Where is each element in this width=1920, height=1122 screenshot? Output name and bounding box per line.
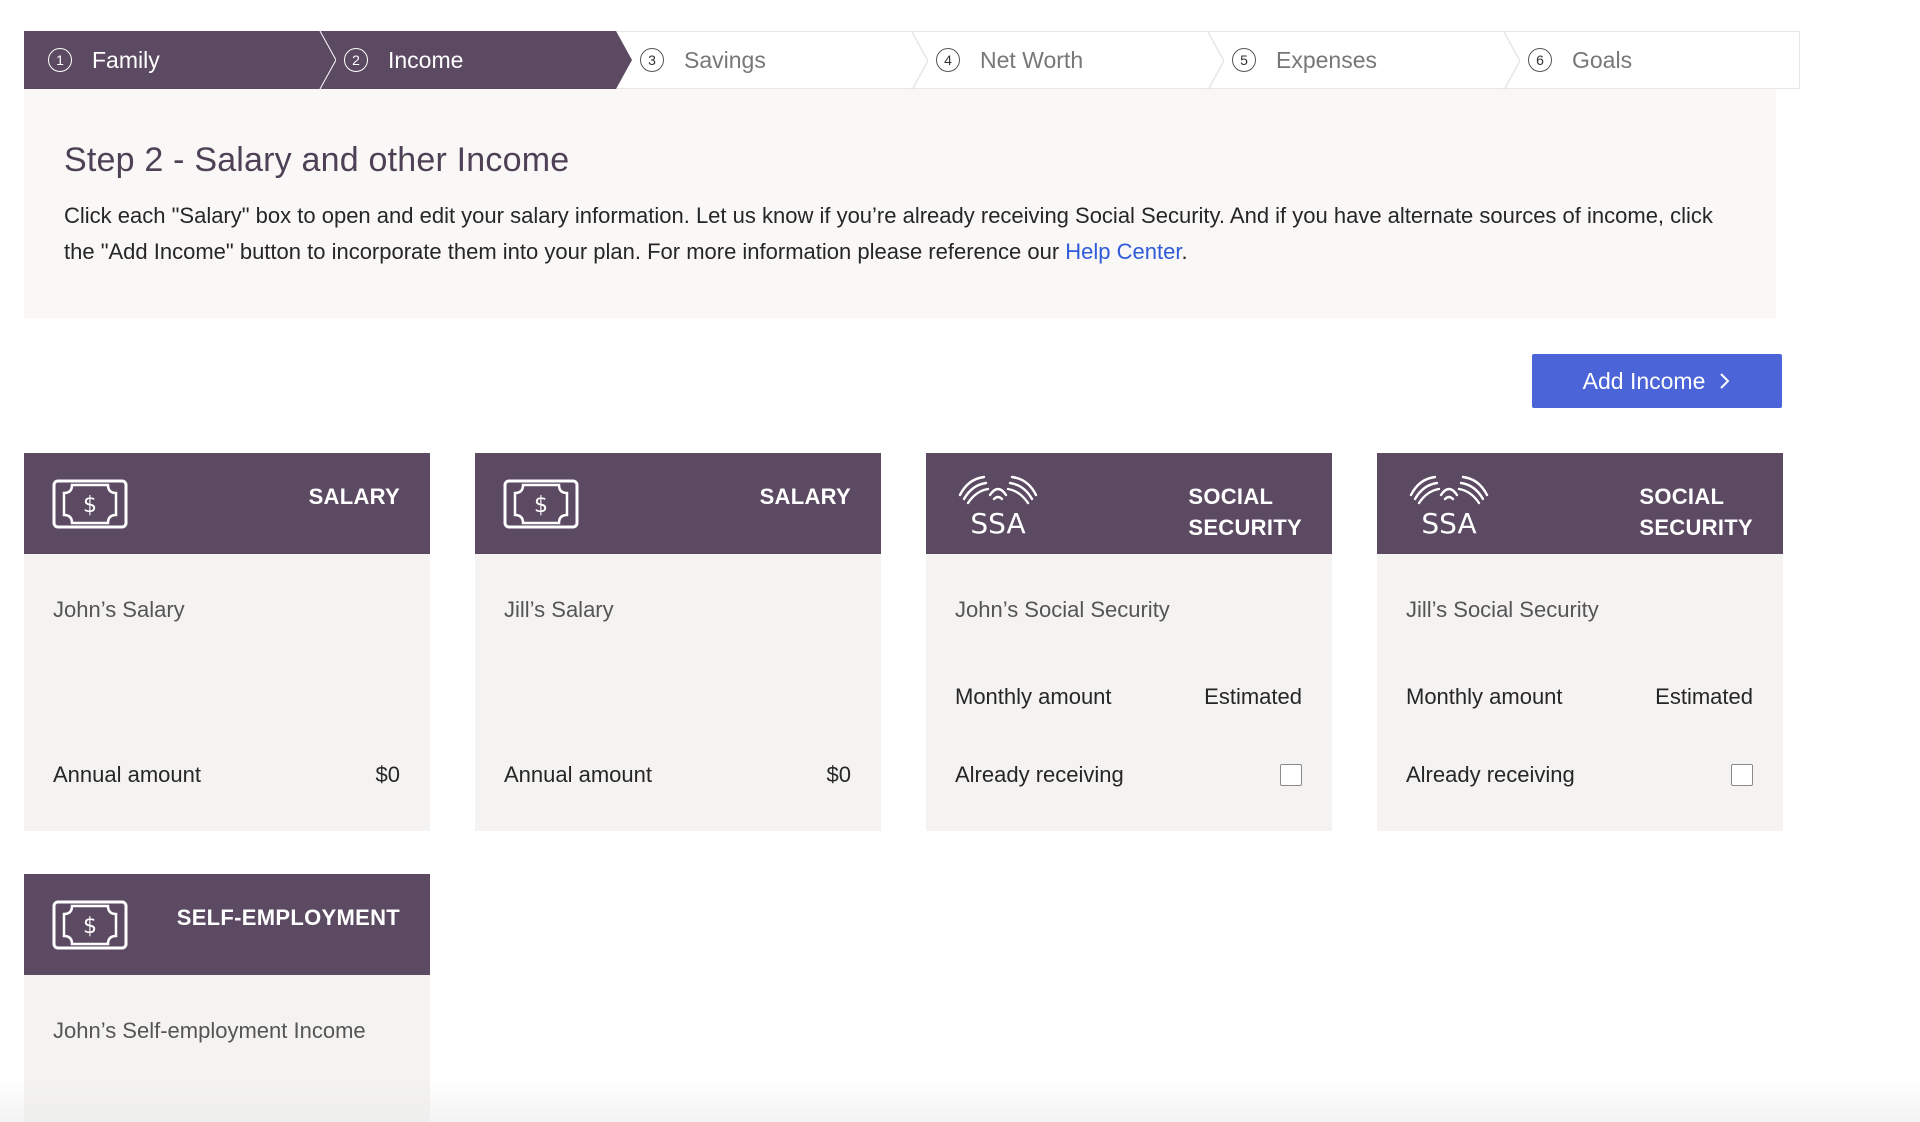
card-title: John’s Self-employment Income	[53, 1018, 366, 1043]
step-number: 3	[640, 48, 664, 72]
step-separator-chevron	[308, 31, 336, 89]
svg-text:$: $	[534, 493, 548, 518]
intro-body-text: Click each "Salary" box to open and edit…	[64, 203, 1713, 264]
step-number: 4	[936, 48, 960, 72]
step-separator-chevron	[1207, 32, 1224, 90]
money-icon: $	[52, 900, 128, 950]
row-label: Monthly amount	[1406, 684, 1563, 709]
step-separator-chevron	[1503, 32, 1520, 90]
card-type-line: SOCIAL	[1188, 484, 1274, 509]
card-header: SSA SOCIAL SECURITY	[1377, 453, 1783, 554]
step-label: Savings	[684, 46, 766, 73]
step-savings[interactable]: 3 Savings	[616, 31, 928, 90]
ssa-logo-icon: SSA	[958, 475, 1038, 537]
page-title: Step 2 - Salary and other Income	[64, 141, 570, 179]
card-header: SSA SOCIAL SECURITY	[926, 453, 1332, 554]
step-number: 1	[48, 48, 72, 72]
add-income-button[interactable]: Add Income	[1532, 354, 1782, 408]
svg-text:$: $	[83, 493, 97, 518]
card-type-label: SOCIAL SECURITY	[1639, 481, 1753, 543]
row-value: $0	[375, 762, 400, 787]
card-type-line: SECURITY	[1639, 515, 1753, 540]
card-header: $ SELF-EMPLOYMENT	[24, 874, 430, 975]
step-net-worth[interactable]: 4 Net Worth	[912, 31, 1224, 90]
already-receiving-checkbox[interactable]	[1280, 764, 1302, 786]
row-value: $0	[826, 762, 851, 787]
monthly-amount-row: Monthly amount Estimated	[955, 684, 1302, 710]
money-icon: $	[503, 479, 579, 529]
help-center-link[interactable]: Help Center	[1065, 239, 1181, 264]
annual-amount-row: Annual amount $0	[504, 762, 851, 788]
intro-description: Click each "Salary" box to open and edit…	[64, 198, 1744, 270]
income-card-johns-social-security[interactable]: SSA SOCIAL SECURITY John’s Social Securi…	[926, 453, 1332, 831]
svg-text:$: $	[83, 914, 97, 939]
add-income-label: Add Income	[1582, 367, 1706, 394]
annual-amount-row: Annual amount $0	[53, 762, 400, 788]
step-expenses[interactable]: 5 Expenses	[1208, 31, 1520, 90]
step-number: 5	[1232, 48, 1256, 72]
intro-trailing-text: .	[1181, 239, 1188, 264]
step-label: Net Worth	[980, 46, 1084, 73]
row-label: Monthly amount	[955, 684, 1112, 709]
card-type-label: SELF-EMPLOYMENT	[176, 905, 400, 930]
income-card-jills-salary[interactable]: $ SALARY Jill’s Salary Annual amount $0	[475, 453, 881, 831]
monthly-amount-row: Monthly amount Estimated	[1406, 684, 1753, 710]
card-header: $ SALARY	[24, 453, 430, 554]
ssa-logo-icon: SSA	[1409, 475, 1489, 537]
card-title: John’s Salary	[53, 597, 185, 622]
step-separator-chevron	[604, 31, 632, 89]
step-label: Family	[92, 46, 160, 73]
step-label: Goals	[1572, 46, 1633, 73]
step-label: Expenses	[1276, 46, 1378, 73]
card-type-label: SALARY	[759, 484, 851, 509]
step-goals[interactable]: 6 Goals	[1504, 31, 1800, 89]
card-title: Jill’s Salary	[504, 597, 614, 622]
intro-panel: Step 2 - Salary and other Income Click e…	[24, 89, 1776, 318]
bottom-fade	[0, 1080, 1920, 1122]
step-income[interactable]: 2 Income	[320, 31, 632, 89]
chevron-right-icon	[1720, 373, 1730, 389]
money-icon: $	[52, 479, 128, 529]
income-card-jills-social-security[interactable]: SSA SOCIAL SECURITY Jill’s Social Securi…	[1377, 453, 1783, 831]
step-separator-chevron	[911, 32, 928, 90]
ssa-logo-text: SSA	[970, 507, 1025, 537]
already-receiving-row: Already receiving	[1406, 762, 1753, 788]
row-label: Already receiving	[1406, 762, 1575, 787]
progress-stepper: 1 Family 2 Income 3 Savings 4 Net Worth …	[24, 31, 1800, 90]
card-type-line: SECURITY	[1188, 515, 1302, 540]
row-label: Already receiving	[955, 762, 1124, 787]
card-header: $ SALARY	[475, 453, 881, 554]
row-value: Estimated	[1655, 684, 1753, 709]
card-type-line: SOCIAL	[1639, 484, 1725, 509]
step-number: 6	[1528, 48, 1552, 72]
card-title: John’s Social Security	[955, 597, 1170, 622]
card-title: Jill’s Social Security	[1406, 597, 1599, 622]
step-number: 2	[344, 48, 368, 72]
already-receiving-row: Already receiving	[955, 762, 1302, 788]
ssa-logo-text: SSA	[1421, 507, 1476, 537]
row-label: Annual amount	[53, 762, 201, 787]
row-label: Annual amount	[504, 762, 652, 787]
card-type-label: SOCIAL SECURITY	[1188, 481, 1302, 543]
card-type-label: SALARY	[308, 484, 400, 509]
step-family[interactable]: 1 Family	[24, 31, 336, 89]
already-receiving-checkbox[interactable]	[1731, 764, 1753, 786]
row-value: Estimated	[1204, 684, 1302, 709]
step-label: Income	[388, 46, 464, 73]
income-card-johns-salary[interactable]: $ SALARY John’s Salary Annual amount $0	[24, 453, 430, 831]
